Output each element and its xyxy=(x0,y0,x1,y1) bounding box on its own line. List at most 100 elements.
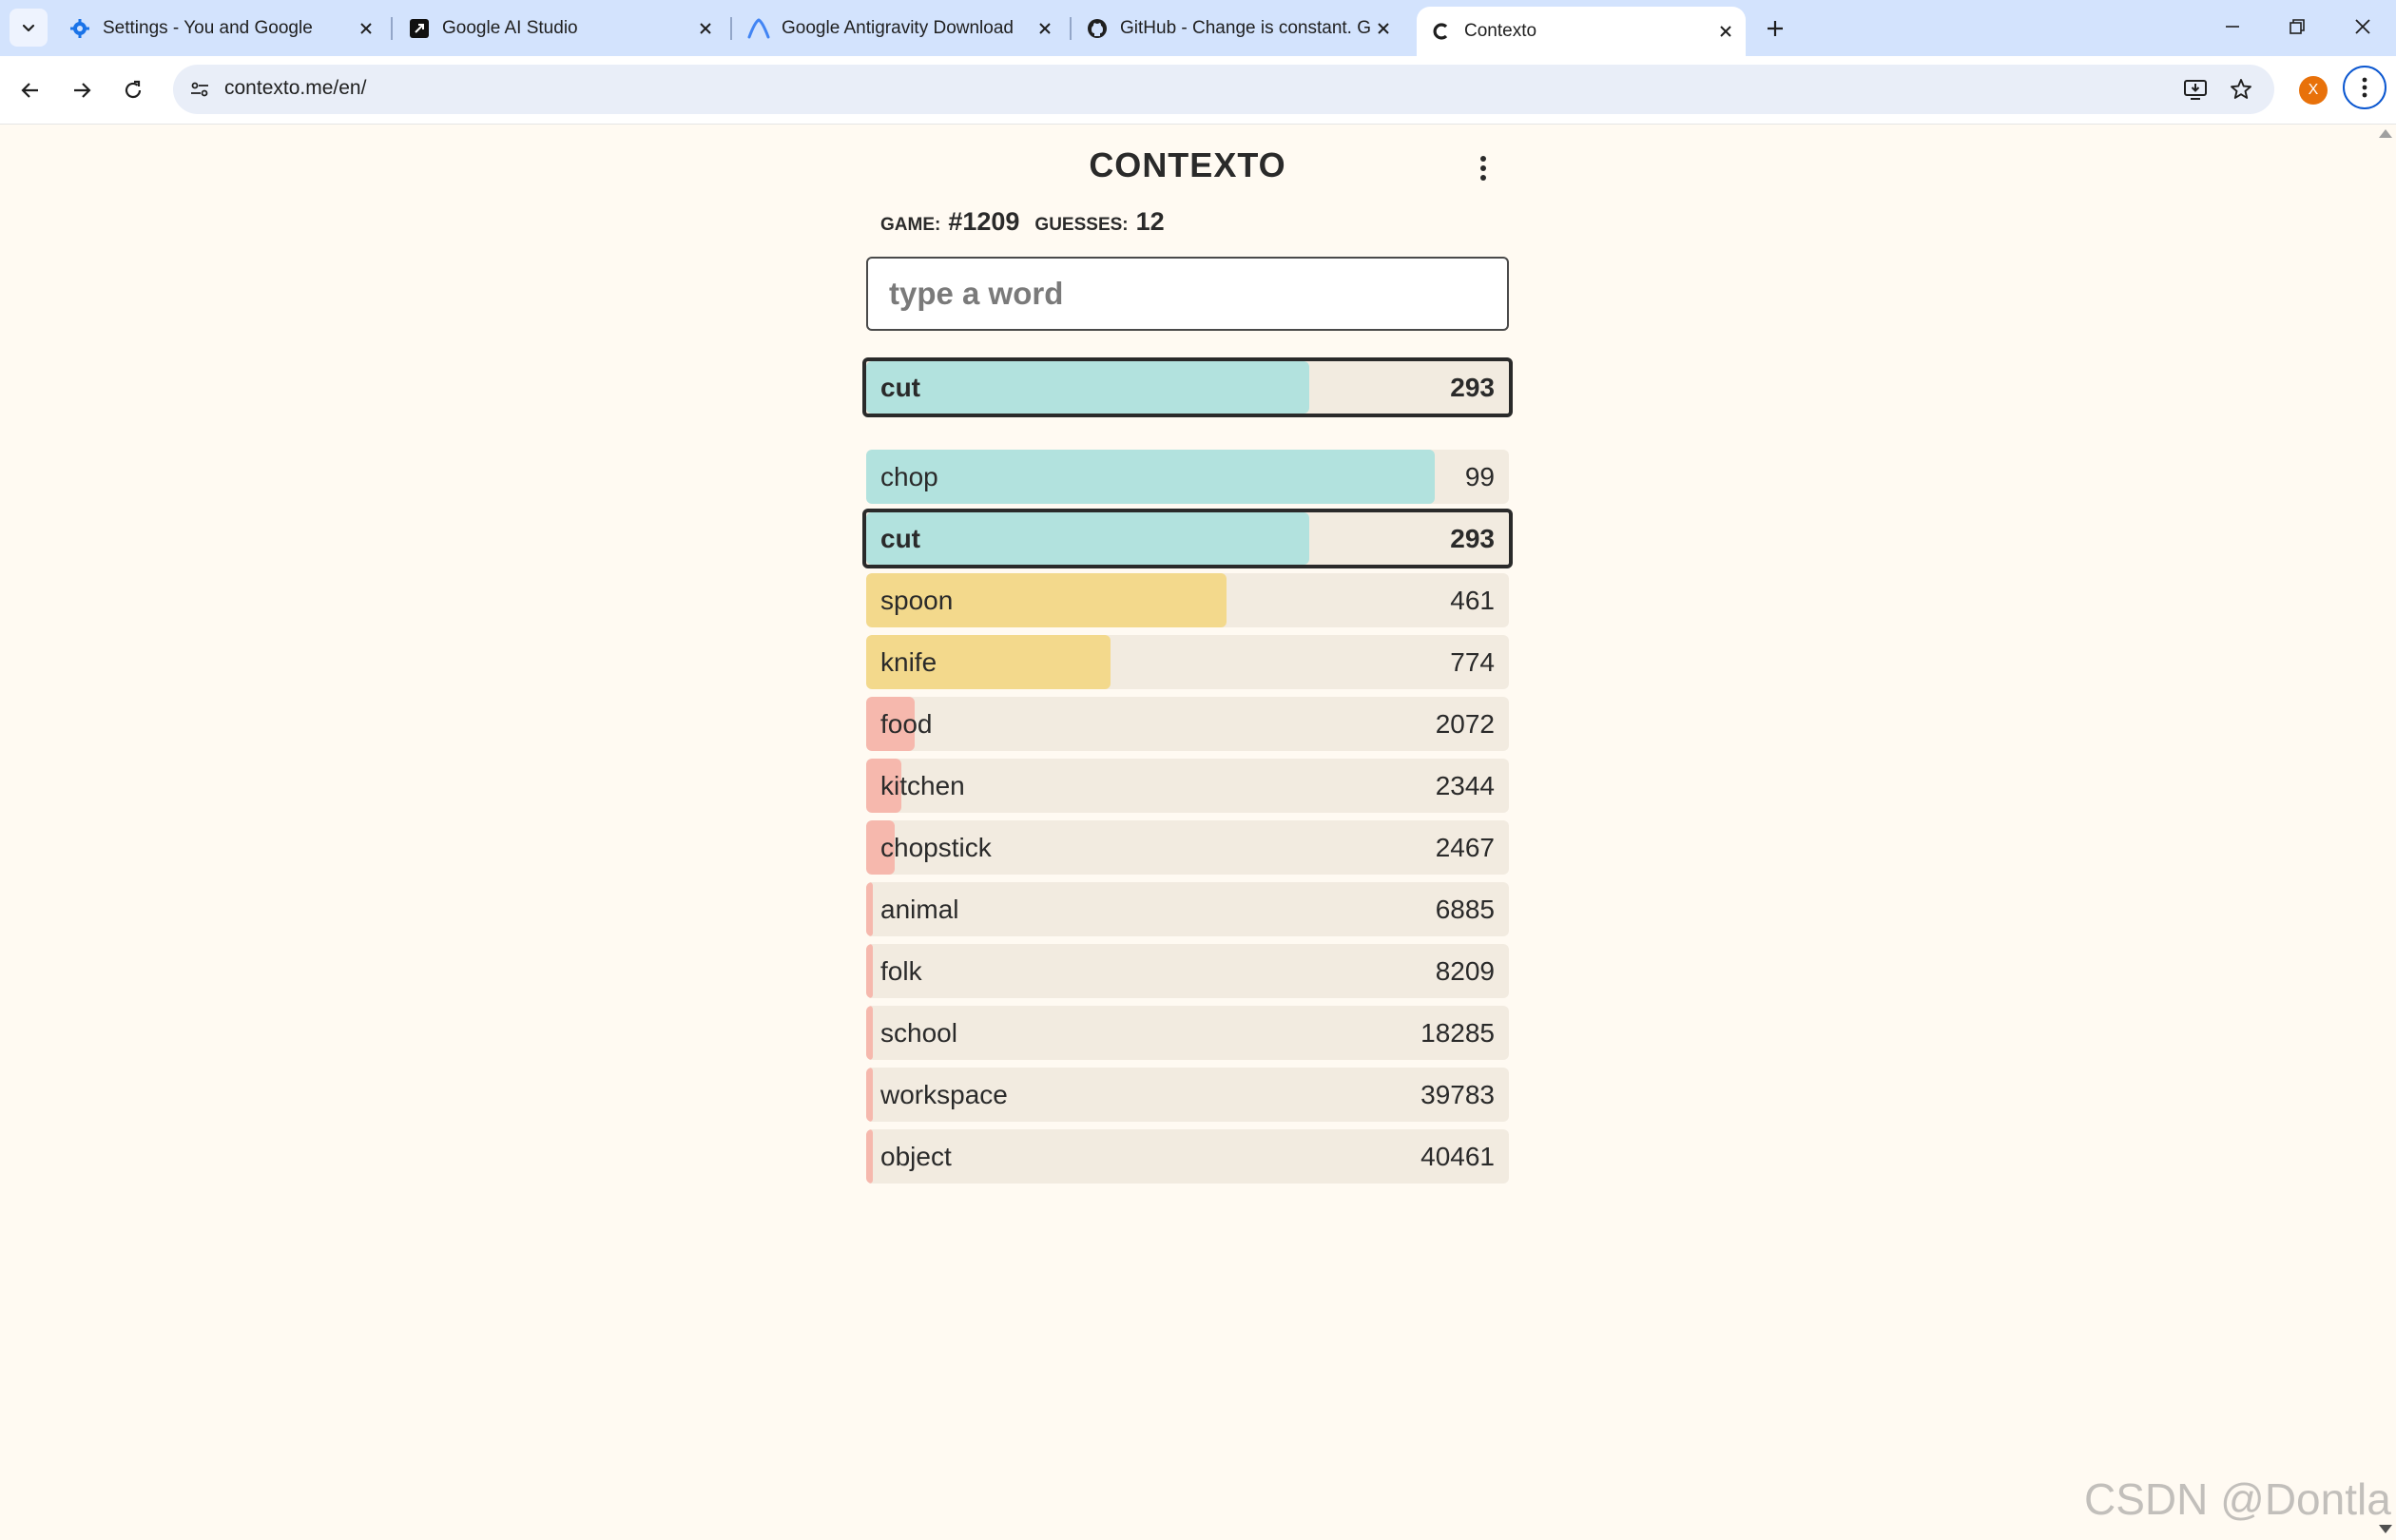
guess-word: chopstick xyxy=(880,833,992,862)
game-info: GAME: #1209 GUESSES: 12 xyxy=(880,207,1180,237)
tab-search-button[interactable] xyxy=(10,9,48,47)
arrow-right-icon xyxy=(74,83,91,98)
close-icon[interactable] xyxy=(1713,19,1738,44)
close-icon[interactable] xyxy=(354,16,378,41)
guess-row: school 18285 xyxy=(866,1006,1509,1060)
close-icon[interactable] xyxy=(1033,16,1057,41)
minimize-button[interactable] xyxy=(2213,8,2251,46)
tab-strip: Settings - You and Google Google AI Stud… xyxy=(0,0,2396,56)
tab-separator xyxy=(730,17,732,40)
guess-row: chop 99 xyxy=(866,450,1509,504)
scroll-up-arrow[interactable] xyxy=(2379,129,2392,138)
tab-settings[interactable]: Settings - You and Google xyxy=(68,10,378,47)
profile-avatar[interactable]: X xyxy=(2299,76,2328,105)
guess-word: food xyxy=(880,709,933,739)
site-info-icon[interactable] xyxy=(184,74,215,105)
guess-distance: 2072 xyxy=(1435,709,1495,739)
proximity-bar xyxy=(866,1006,873,1060)
guess-word: knife xyxy=(880,647,937,677)
tab-title: Google AI Studio xyxy=(442,17,578,38)
guess-distance: 461 xyxy=(1450,586,1495,615)
tab-antigravity[interactable]: Google Antigravity Download xyxy=(747,10,1057,47)
reload-button[interactable] xyxy=(114,71,152,109)
antigravity-icon xyxy=(747,17,770,40)
guess-row: kitchen 2344 xyxy=(866,759,1509,813)
proximity-bar xyxy=(866,361,1310,414)
guess-word: kitchen xyxy=(880,771,965,800)
window-close-button[interactable] xyxy=(2344,8,2382,46)
ai-studio-icon xyxy=(408,17,431,40)
guess-distance: 293 xyxy=(1450,373,1495,402)
restore-icon xyxy=(2290,19,2305,34)
word-input[interactable] xyxy=(866,257,1509,331)
guess-word: cut xyxy=(880,524,920,553)
proximity-bar xyxy=(866,1129,873,1184)
plus-icon xyxy=(1768,21,1783,36)
gear-icon xyxy=(68,17,91,40)
tab-github[interactable]: GitHub - Change is constant. Gi xyxy=(1086,10,1396,47)
guess-word: workspace xyxy=(880,1080,1008,1109)
tab-ai-studio[interactable]: Google AI Studio xyxy=(408,10,718,47)
guess-distance: 40461 xyxy=(1420,1142,1495,1171)
guess-distance: 293 xyxy=(1450,524,1495,553)
github-icon xyxy=(1086,17,1109,40)
game-title: CONTEXTO xyxy=(1089,145,1286,184)
tab-title: Settings - You and Google xyxy=(103,17,313,38)
address-bar[interactable]: contexto.me/en/ xyxy=(173,65,2274,114)
proximity-bar xyxy=(866,512,1310,565)
restore-button[interactable] xyxy=(2278,8,2316,46)
minimize-icon xyxy=(2226,26,2239,28)
guess-word: object xyxy=(880,1142,952,1171)
guess-word: spoon xyxy=(880,586,954,615)
reload-icon xyxy=(125,80,142,99)
game-label: GAME: xyxy=(880,215,941,235)
guess-row: workspace 39783 xyxy=(866,1068,1509,1122)
guess-word: school xyxy=(880,1018,957,1048)
tab-separator xyxy=(391,17,393,40)
guess-row: animal 6885 xyxy=(866,882,1509,936)
profile-initial: X xyxy=(2308,82,2319,98)
back-button[interactable] xyxy=(11,71,49,109)
browser-menu-button[interactable] xyxy=(2343,66,2386,109)
guess-distance: 39783 xyxy=(1420,1080,1495,1109)
guesses-count: 12 xyxy=(1135,207,1165,236)
tab-title: Google Antigravity Download xyxy=(782,17,1014,38)
guess-row: chopstick 2467 xyxy=(866,820,1509,875)
tab-contexto[interactable]: Contexto xyxy=(1417,7,1746,56)
guesses-label: GUESSES: xyxy=(1034,215,1129,235)
contexto-icon xyxy=(1430,20,1453,43)
proximity-bar xyxy=(866,1068,873,1122)
guess-distance: 2344 xyxy=(1435,771,1495,800)
close-icon[interactable] xyxy=(693,16,718,41)
guess-distance: 6885 xyxy=(1435,895,1495,924)
guess-distance: 8209 xyxy=(1435,956,1495,986)
guess-distance: 99 xyxy=(1464,462,1495,491)
guess-distance: 774 xyxy=(1450,647,1495,677)
guess-distance: 2467 xyxy=(1435,833,1495,862)
tab-separator xyxy=(1070,17,1072,40)
new-tab-button[interactable] xyxy=(1761,14,1789,43)
guess-word: folk xyxy=(880,956,922,986)
game-number: #1209 xyxy=(948,207,1020,236)
close-icon xyxy=(2355,19,2370,34)
guess-row: knife 774 xyxy=(866,635,1509,689)
game-menu-button[interactable] xyxy=(1469,152,1498,184)
chevron-down-icon xyxy=(22,24,35,32)
bookmark-star-icon[interactable] xyxy=(2227,75,2255,104)
scroll-down-arrow[interactable] xyxy=(2379,1525,2392,1533)
more-vertical-icon xyxy=(2362,77,2367,98)
guess-word: chop xyxy=(880,462,938,491)
guess-row: food 2072 xyxy=(866,697,1509,751)
forward-button[interactable] xyxy=(63,71,101,109)
guess-word: animal xyxy=(880,895,959,924)
install-app-icon[interactable] xyxy=(2181,75,2210,104)
arrow-left-icon xyxy=(21,83,38,98)
proximity-bar xyxy=(866,882,873,936)
url-text: contexto.me/en/ xyxy=(224,77,367,99)
proximity-bar xyxy=(866,944,873,998)
close-icon[interactable] xyxy=(1371,16,1396,41)
guess-distance: 18285 xyxy=(1420,1018,1495,1048)
more-vertical-icon xyxy=(1480,156,1486,181)
guess-row: folk 8209 xyxy=(866,944,1509,998)
proximity-bar xyxy=(866,450,1436,504)
